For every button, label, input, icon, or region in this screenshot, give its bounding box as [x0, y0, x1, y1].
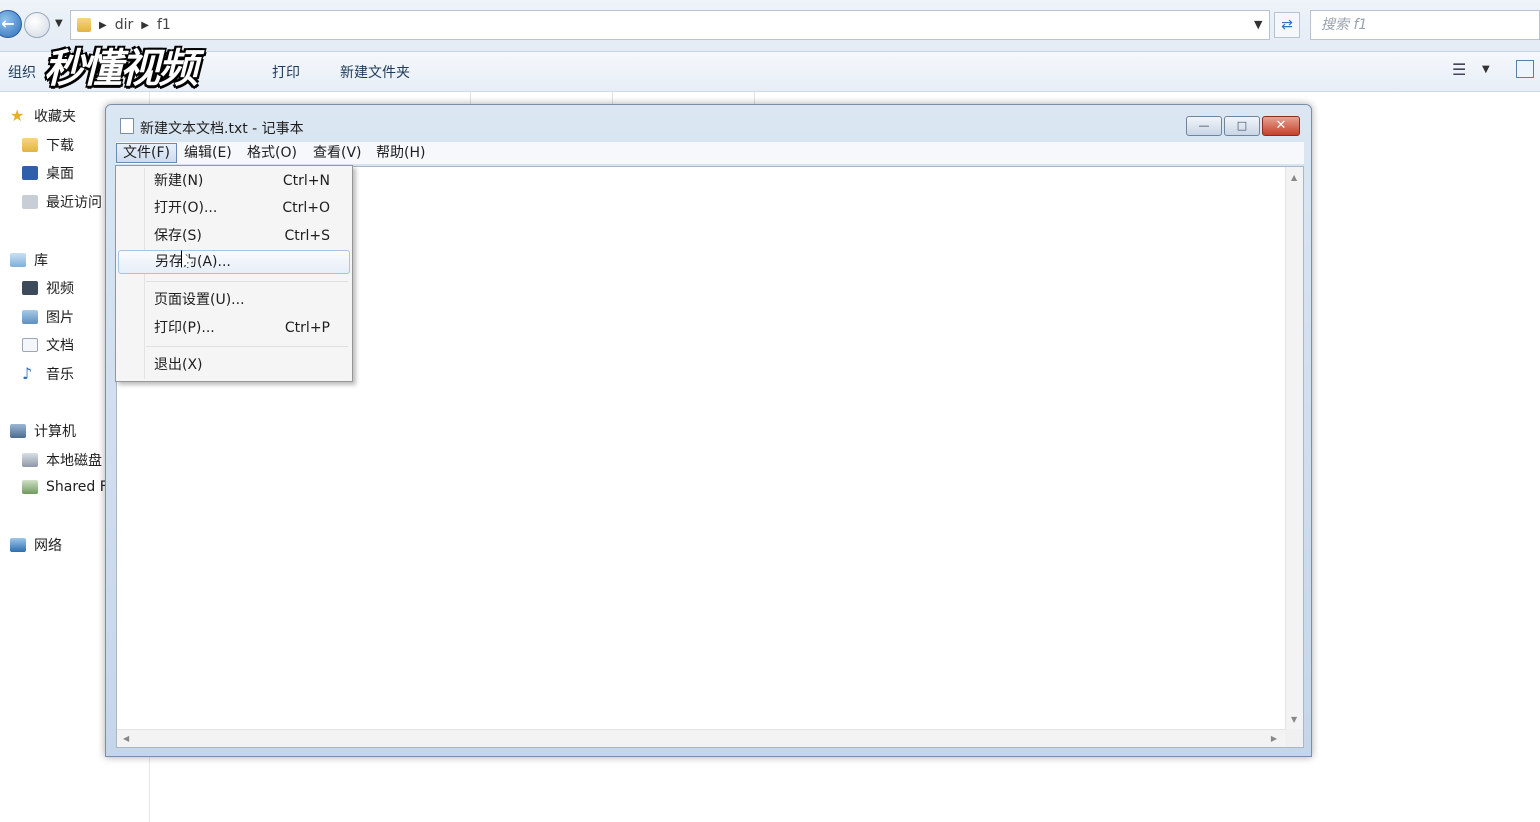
sidebar-item-library[interactable]: 库 [10, 250, 48, 270]
window-title: 新建文本文档.txt - 记事本 [140, 121, 304, 137]
sidebar-item-label: 视频 [46, 281, 74, 297]
sidebar-item-label: 本地磁盘 [46, 453, 102, 469]
sidebar-item-label: 音乐 [46, 367, 74, 383]
sidebar-item-pictures[interactable]: 图片 [22, 307, 74, 327]
menu-item-label: 新建(N) [154, 173, 204, 189]
menu-item-open[interactable]: 打开(O)... Ctrl+O [118, 196, 350, 220]
minimize-button[interactable]: — [1186, 116, 1222, 136]
menu-item-exit[interactable]: 退出(X) [118, 353, 350, 377]
breadcrumb-dir[interactable]: dir [115, 17, 134, 33]
menu-item-label: 保存(S) [154, 228, 202, 244]
menu-view[interactable]: 查看(V) [307, 143, 368, 163]
menu-file[interactable]: 文件(F) [116, 143, 177, 163]
sidebar-item-label: Shared F [46, 479, 108, 495]
menu-item-print[interactable]: 打印(P)... Ctrl+P [118, 316, 350, 340]
document-icon [22, 338, 38, 352]
explorer-address-bar: ← ▼ ▶ dir ▶ f1 ▼ ⇄ 搜索 f1 [0, 0, 1540, 52]
sidebar-item-music[interactable]: ♪ 音乐 [22, 364, 74, 384]
file-menu-dropdown: 新建(N) Ctrl+N 打开(O)... Ctrl+O 保存(S) Ctrl+… [115, 165, 353, 382]
sidebar-item-label: 文档 [46, 338, 74, 354]
history-dropdown-icon[interactable]: ▼ [55, 18, 63, 29]
close-button[interactable]: ✕ [1262, 116, 1300, 136]
maximize-button[interactable]: □ [1224, 116, 1260, 136]
sidebar-item-desktop[interactable]: 桌面 [22, 163, 74, 183]
menu-item-shortcut: Ctrl+N [282, 173, 330, 189]
view-dropdown-icon[interactable]: ▼ [1482, 64, 1490, 75]
recent-places-icon [22, 195, 38, 209]
menu-item-shortcut: Ctrl+S [284, 228, 330, 244]
notepad-icon [120, 118, 134, 134]
menu-help[interactable]: 帮助(H) [370, 143, 431, 163]
address-input[interactable]: ▶ dir ▶ f1 [70, 10, 1270, 40]
network-drive-icon [22, 480, 38, 494]
resize-grip-icon[interactable] [1285, 729, 1303, 747]
sidebar-item-label: 桌面 [46, 166, 74, 182]
breadcrumb-f1[interactable]: f1 [157, 17, 171, 33]
sidebar-item-downloads[interactable]: 下载 [22, 135, 74, 155]
forward-arrow-icon[interactable] [24, 12, 50, 38]
chevron-right-icon[interactable]: ▶ [141, 20, 149, 31]
sidebar-item-label: 收藏夹 [34, 109, 76, 125]
sidebar-item-network[interactable]: 网络 [10, 535, 62, 555]
sidebar-item-label: 库 [34, 253, 48, 269]
sidebar-item-local-disk[interactable]: 本地磁盘 [22, 450, 102, 470]
menu-item-label: 另存为(A)... [155, 254, 231, 270]
sidebar-item-label: 最近访问 [46, 195, 102, 211]
menu-item-shortcut: Ctrl+O [282, 200, 330, 216]
menu-item-new[interactable]: 新建(N) Ctrl+N [118, 169, 350, 193]
menu-item-shortcut: Ctrl+P [284, 320, 330, 336]
menu-item-label: 打开(O)... [154, 200, 218, 216]
computer-icon [10, 424, 26, 438]
menu-bar: 文件(F) 编辑(E) 格式(O) 查看(V) 帮助(H) [116, 142, 1304, 164]
menu-item-label: 页面设置(U)... [154, 292, 245, 308]
sidebar-item-shared[interactable]: Shared F [22, 479, 108, 495]
video-icon [22, 281, 38, 295]
horizontal-scrollbar[interactable]: ◀ ▶ [117, 729, 1285, 747]
menu-format[interactable]: 格式(O) [241, 143, 303, 163]
new-folder-button[interactable]: 新建文件夹 [340, 62, 410, 82]
sidebar-item-recent[interactable]: 最近访问 [22, 192, 102, 212]
view-options-icon[interactable]: ☰ [1452, 60, 1466, 79]
preview-pane-icon[interactable] [1516, 60, 1534, 78]
back-arrow-icon[interactable]: ← [0, 10, 22, 38]
sidebar-item-label: 网络 [34, 538, 62, 554]
menu-item-save[interactable]: 保存(S) Ctrl+S [118, 224, 350, 248]
sidebar-item-computer[interactable]: 计算机 [10, 421, 76, 441]
sidebar-item-documents[interactable]: 文档 [22, 335, 74, 355]
watermark-logo: 秒懂视频 [44, 46, 198, 92]
hard-disk-icon [22, 453, 38, 467]
menu-edit[interactable]: 编辑(E) [178, 143, 238, 163]
downloads-folder-icon [22, 138, 38, 152]
menu-item-label: 打印(P)... [154, 320, 215, 336]
menu-separator [146, 346, 348, 347]
print-button[interactable]: 打印 [272, 62, 300, 82]
folder-icon [77, 18, 91, 32]
desktop-icon [22, 166, 38, 180]
sidebar-item-label: 图片 [46, 310, 74, 326]
menu-item-save-as[interactable]: 另存为(A)... [118, 250, 350, 274]
library-icon [10, 253, 26, 267]
organize-button[interactable]: 组织 [8, 62, 36, 82]
menu-separator [146, 281, 348, 282]
scroll-down-icon[interactable]: ▼ [1291, 715, 1297, 724]
chevron-right-icon[interactable]: ▶ [99, 20, 107, 31]
sidebar-item-videos[interactable]: 视频 [22, 278, 74, 298]
sidebar-item-favorites[interactable]: ★ 收藏夹 [10, 106, 76, 126]
menu-item-page-setup[interactable]: 页面设置(U)... [118, 288, 350, 312]
scroll-left-icon[interactable]: ◀ [123, 734, 129, 743]
network-icon [10, 538, 26, 552]
search-input[interactable]: 搜索 f1 [1310, 10, 1540, 40]
music-note-icon: ♪ [22, 364, 33, 383]
star-icon: ★ [10, 106, 25, 125]
sidebar-item-label: 下载 [46, 138, 74, 154]
vertical-scrollbar[interactable]: ▲ ▼ [1285, 167, 1303, 730]
menu-item-label: 退出(X) [154, 357, 203, 373]
sidebar-item-label: 计算机 [34, 424, 76, 440]
address-dropdown-icon[interactable]: ▼ [1254, 18, 1262, 31]
refresh-icon[interactable]: ⇄ [1274, 12, 1300, 38]
scroll-right-icon[interactable]: ▶ [1271, 734, 1277, 743]
explorer-toolbar: 组织 打印 新建文件夹 ☰ ▼ [0, 52, 1540, 92]
picture-icon [22, 310, 38, 324]
scroll-up-icon[interactable]: ▲ [1291, 173, 1297, 182]
